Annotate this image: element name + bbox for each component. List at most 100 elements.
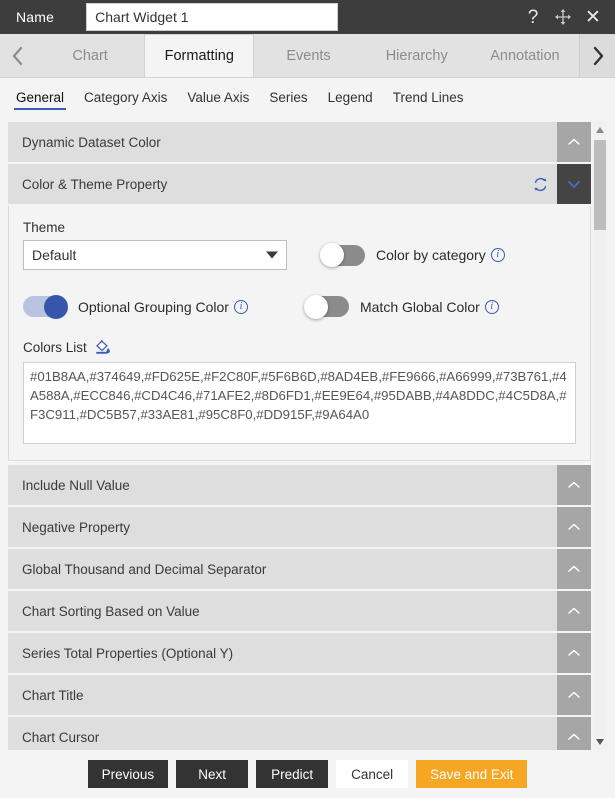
- chevron-up-icon[interactable]: [557, 591, 591, 631]
- section-title: Chart Title: [22, 687, 84, 703]
- section-title: Global Thousand and Decimal Separator: [22, 561, 267, 577]
- optional-grouping-color-control: Optional Grouping Color i: [23, 294, 248, 319]
- section-series-total-properties[interactable]: Series Total Properties (Optional Y): [8, 633, 591, 673]
- chevron-up-icon[interactable]: [557, 675, 591, 715]
- tab-chart[interactable]: Chart: [36, 34, 144, 77]
- section-title: Negative Property: [22, 519, 131, 535]
- color-theme-panel: Theme Default Color by category i Option…: [8, 206, 591, 461]
- optional-grouping-color-label: Optional Grouping Color: [78, 298, 229, 315]
- theme-label: Theme: [23, 220, 66, 235]
- section-actions: [557, 549, 591, 589]
- section-chart-sorting-based-on-value[interactable]: Chart Sorting Based on Value: [8, 591, 591, 631]
- tab-formatting[interactable]: Formatting: [144, 34, 255, 77]
- section-title: Include Null Value: [22, 477, 130, 493]
- optional-grouping-color-label-group: Optional Grouping Color i: [78, 299, 248, 315]
- widget-name-input[interactable]: [86, 3, 339, 31]
- subtab-legend[interactable]: Legend: [318, 84, 383, 109]
- section-actions: [557, 633, 591, 673]
- section-actions: [557, 591, 591, 631]
- chevron-up-icon[interactable]: [557, 549, 591, 589]
- subtab-category-axis[interactable]: Category Axis: [74, 84, 177, 109]
- section-actions: [557, 507, 591, 547]
- color-by-category-toggle[interactable]: [320, 243, 365, 267]
- match-global-color-label-group: Match Global Color i: [360, 299, 499, 315]
- chevron-up-icon[interactable]: [557, 507, 591, 547]
- help-icon[interactable]: ?: [523, 7, 543, 27]
- vertical-scrollbar[interactable]: [593, 122, 607, 750]
- toggle-knob: [320, 243, 344, 267]
- tabs-scroll-left-icon[interactable]: [0, 34, 36, 77]
- optional-grouping-color-toggle[interactable]: [23, 294, 68, 319]
- main-tab-bar: Chart Formatting Events Hierarchy Annota…: [0, 34, 615, 78]
- save-and-exit-button[interactable]: Save and Exit: [416, 760, 528, 788]
- section-title: Chart Cursor: [22, 729, 100, 745]
- tab-annotation[interactable]: Annotation: [471, 34, 579, 77]
- match-global-color-toggle[interactable]: [303, 294, 349, 319]
- tab-hierarchy[interactable]: Hierarchy: [363, 34, 471, 77]
- sub-tab-bar: General Category Axis Value Axis Series …: [0, 78, 615, 114]
- name-label: Name: [16, 9, 55, 25]
- close-icon[interactable]: ✕: [583, 7, 603, 27]
- info-icon[interactable]: i: [484, 299, 499, 314]
- section-dynamic-dataset-color[interactable]: Dynamic Dataset Color: [8, 122, 591, 162]
- tab-events[interactable]: Events: [254, 34, 362, 77]
- previous-button[interactable]: Previous: [87, 760, 169, 788]
- settings-body: Dynamic Dataset Color Color & Theme Prop…: [0, 114, 615, 750]
- subtab-trend-lines[interactable]: Trend Lines: [383, 84, 474, 109]
- chevron-up-icon[interactable]: [557, 122, 591, 162]
- refresh-icon[interactable]: [523, 164, 557, 204]
- cancel-button[interactable]: Cancel: [336, 760, 409, 788]
- settings-scroll-column: Dynamic Dataset Color Color & Theme Prop…: [8, 122, 607, 750]
- predict-button[interactable]: Predict: [256, 760, 329, 788]
- section-actions: [557, 717, 591, 750]
- chevron-down-icon[interactable]: [557, 164, 591, 204]
- next-button[interactable]: Next: [176, 760, 249, 788]
- colors-list-label: Colors List: [23, 340, 87, 355]
- theme-row: Default Color by category i: [23, 240, 576, 270]
- chart-widget-formatting-dialog: Name ? ✕: [0, 0, 615, 798]
- subtab-series[interactable]: Series: [259, 84, 317, 109]
- section-chart-cursor[interactable]: Chart Cursor: [8, 717, 591, 750]
- section-color-theme-property[interactable]: Color & Theme Property: [8, 164, 591, 204]
- color-by-category-control: Color by category i: [320, 243, 505, 267]
- dialog-footer: Previous Next Predict Cancel Save and Ex…: [0, 750, 615, 798]
- tabs-scroll-region: Chart Formatting Events Hierarchy Annota…: [36, 34, 579, 77]
- subtab-general[interactable]: General: [6, 84, 74, 110]
- info-icon[interactable]: i: [233, 299, 248, 314]
- section-title: Chart Sorting Based on Value: [22, 603, 200, 619]
- toggle-knob: [303, 294, 328, 319]
- chevron-up-icon[interactable]: [557, 633, 591, 673]
- scroll-up-icon[interactable]: [593, 122, 607, 138]
- match-global-color-control: Match Global Color i: [303, 294, 499, 319]
- section-title: Series Total Properties (Optional Y): [22, 645, 234, 661]
- grouping-color-row: Optional Grouping Color i Match Global C…: [23, 294, 576, 319]
- colors-list-label-row: Colors List: [23, 339, 576, 356]
- titlebar-actions: ? ✕: [523, 7, 607, 27]
- section-actions: [557, 122, 591, 162]
- dialog-titlebar: Name ? ✕: [0, 0, 615, 34]
- move-icon[interactable]: [553, 7, 573, 27]
- chevron-up-icon[interactable]: [557, 717, 591, 750]
- match-global-color-label: Match Global Color: [359, 298, 480, 315]
- section-include-null-value[interactable]: Include Null Value: [8, 465, 591, 505]
- section-negative-property[interactable]: Negative Property: [8, 507, 591, 547]
- section-title: Dynamic Dataset Color: [22, 134, 161, 150]
- section-chart-title[interactable]: Chart Title: [8, 675, 591, 715]
- chevron-up-icon[interactable]: [557, 465, 591, 505]
- subtab-value-axis[interactable]: Value Axis: [177, 84, 259, 109]
- theme-select[interactable]: Default: [23, 240, 287, 270]
- info-icon[interactable]: i: [490, 248, 505, 262]
- tabs-scroll-right-icon[interactable]: [579, 34, 615, 77]
- scrollbar-thumb[interactable]: [594, 140, 606, 230]
- color-by-category-label-group: Color by category i: [376, 247, 505, 263]
- section-actions: [523, 164, 591, 204]
- section-global-thousand-decimal-separator[interactable]: Global Thousand and Decimal Separator: [8, 549, 591, 589]
- section-actions: [557, 465, 591, 505]
- color-by-category-label: Color by category: [376, 247, 486, 263]
- section-title: Color & Theme Property: [22, 176, 168, 192]
- fill-color-icon[interactable]: [94, 339, 111, 356]
- toggle-knob: [44, 294, 68, 319]
- colors-list-textarea[interactable]: #01B8AA,#374649,#FD625E,#F2C80F,#5F6B6D,…: [23, 362, 576, 444]
- theme-select-wrap: Default: [23, 240, 287, 270]
- scroll-down-icon[interactable]: [593, 734, 607, 750]
